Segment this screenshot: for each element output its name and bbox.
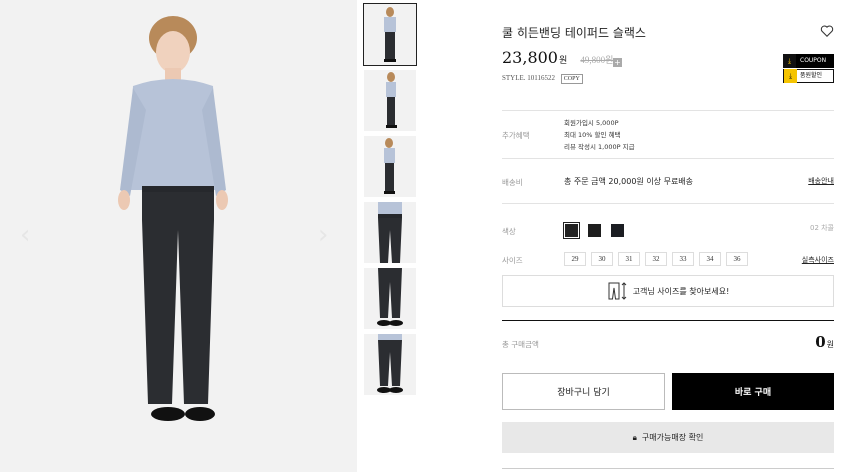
- size-guide-link[interactable]: 실측사이즈: [802, 255, 834, 265]
- discount-badge[interactable]: ⤓ 품원할인: [783, 69, 834, 83]
- color-swatch[interactable]: [610, 223, 625, 238]
- plus-icon[interactable]: +: [613, 58, 622, 67]
- main-product-image[interactable]: ‹ ›: [0, 0, 357, 472]
- benefit-line: 리뷰 작성시 1,000P 지급: [564, 143, 635, 151]
- size-option[interactable]: 36: [726, 252, 748, 266]
- divider: [502, 320, 834, 321]
- style-number: STYLE. 10116522 COPY: [502, 74, 583, 84]
- size-option[interactable]: 29: [564, 252, 586, 266]
- size-option[interactable]: 33: [672, 252, 694, 266]
- selected-color-name: 02 차콜: [809, 224, 834, 232]
- price-row: 23,800원 49,800원: [502, 48, 613, 67]
- size-option[interactable]: 34: [699, 252, 721, 266]
- divider: [502, 110, 834, 111]
- shipping-label: 배송비: [502, 178, 523, 187]
- product-title: 쿨 히든밴딩 테이퍼드 슬랙스: [502, 26, 646, 40]
- size-option[interactable]: 30: [591, 252, 613, 266]
- lock-icon: 🔒︎: [632, 432, 637, 442]
- benefit-line: 최대 10% 할인 혜택: [564, 131, 621, 139]
- size-finder-text: 고객님 사이즈를 찾아보세요!: [632, 286, 730, 296]
- thumbnail-item[interactable]: [364, 202, 416, 263]
- size-option[interactable]: 31: [618, 252, 640, 266]
- add-to-cart-button[interactable]: 장바구니 담기: [502, 373, 665, 410]
- divider: [502, 468, 834, 469]
- shipping-info-link[interactable]: 배송안내: [808, 176, 834, 186]
- pants-size-icon: [608, 282, 627, 300]
- discount-label: 품원할인: [800, 72, 823, 79]
- download-icon: ⤓: [783, 54, 796, 68]
- total-value: 0: [815, 333, 826, 351]
- coupon-badge[interactable]: ⤓ COUPON: [783, 54, 834, 68]
- thumbnail-item[interactable]: [364, 70, 416, 131]
- thumbnail-item[interactable]: [364, 268, 416, 329]
- copy-button[interactable]: COPY: [560, 74, 583, 84]
- shipping-text: 총 주문 금액 20,000원 이상 무료배송: [564, 177, 694, 186]
- thumbnail-item[interactable]: [364, 136, 416, 197]
- sale-price: 23,800: [502, 48, 558, 67]
- heart-icon[interactable]: [820, 24, 834, 38]
- benefit-line: 회원가입시 5,000P: [564, 119, 619, 127]
- color-swatch[interactable]: [563, 222, 580, 239]
- color-label: 색상: [502, 227, 516, 236]
- divider: [502, 203, 834, 204]
- download-icon: ⤓: [784, 69, 797, 83]
- store-availability-button[interactable]: 🔒︎ 구매가능매장 확인: [502, 422, 834, 453]
- size-label: 사이즈: [502, 256, 523, 265]
- total-amount: 0원: [815, 333, 834, 351]
- benefit-label: 추가혜택: [502, 131, 530, 140]
- size-option[interactable]: 32: [645, 252, 667, 266]
- total-label: 총 구매금액: [502, 340, 539, 349]
- chevron-right-icon[interactable]: ›: [318, 222, 328, 248]
- price-unit: 원: [558, 56, 568, 66]
- thumbnail-list: [363, 3, 417, 400]
- store-availability-label: 구매가능매장 확인: [641, 433, 704, 442]
- total-unit: 원: [826, 340, 834, 349]
- chevron-left-icon[interactable]: ‹: [20, 222, 30, 248]
- model-photo: [0, 0, 357, 472]
- color-swatch[interactable]: [587, 223, 602, 238]
- divider: [502, 158, 834, 159]
- thumbnail-item[interactable]: [364, 334, 416, 395]
- buy-now-button[interactable]: 바로 구매: [672, 373, 834, 410]
- product-info-panel: 쿨 히든밴딩 테이퍼드 슬랙스 23,800원 49,800원 + STYLE.…: [502, 0, 834, 472]
- thumbnail-item[interactable]: [363, 3, 417, 66]
- style-label: STYLE. 10116522: [502, 74, 556, 82]
- coupon-label: COUPON: [800, 57, 827, 64]
- original-price: 49,800원: [580, 55, 614, 65]
- size-finder-button[interactable]: 고객님 사이즈를 찾아보세요!: [502, 275, 834, 307]
